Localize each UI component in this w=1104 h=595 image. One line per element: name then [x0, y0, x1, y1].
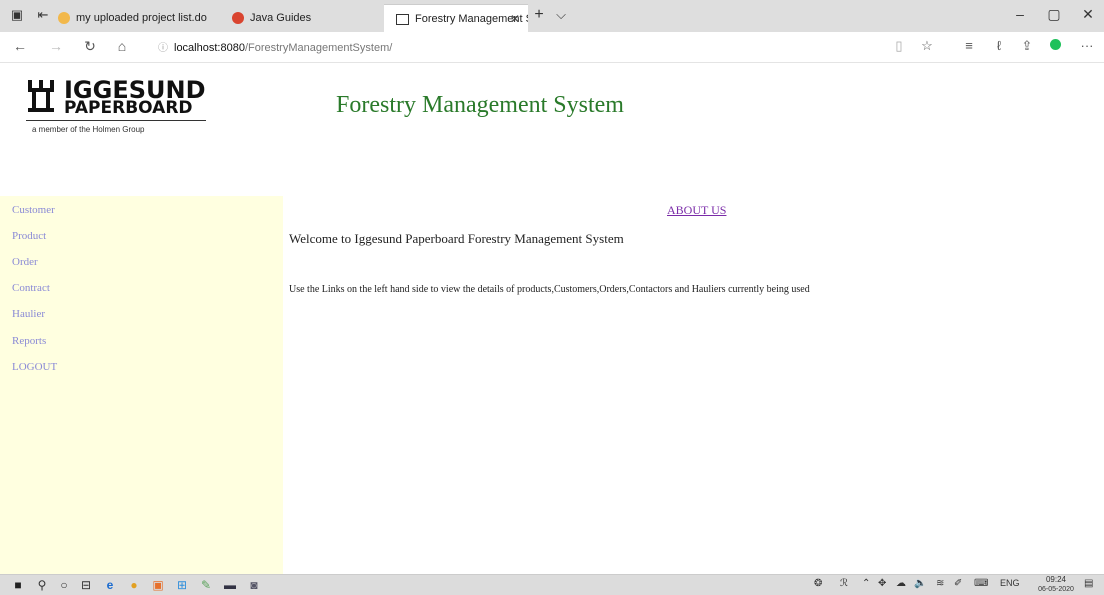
set-aside-tabs-icon[interactable]: ▣ [8, 6, 26, 24]
extension-icon[interactable] [1046, 38, 1064, 53]
restore-icon[interactable]: ▢ [1044, 6, 1064, 23]
about-us-link[interactable]: ABOUT US [667, 203, 726, 218]
sidebar-item-logout[interactable]: LOGOUT [12, 361, 57, 373]
tab-favicon-icon [232, 12, 244, 25]
tab-list-chevron-icon[interactable]: ⌵ [552, 6, 570, 24]
tab-label: Java Guides [250, 12, 312, 24]
sidebar-item-reports[interactable]: Reports [12, 335, 46, 347]
url-path: /ForestryManagementSystem/ [244, 42, 393, 54]
camera-icon[interactable]: ◙ [246, 577, 262, 593]
tab-java-guides[interactable]: Java Guides [232, 4, 372, 32]
tab-preview-icon[interactable]: ⇤ [34, 6, 52, 24]
clock[interactable]: 09:24 06-05-2020 [1034, 575, 1078, 594]
cortana-icon[interactable]: ○ [56, 577, 72, 593]
close-tab-icon[interactable]: ✕ [510, 5, 520, 33]
app-orange-icon[interactable]: ▣ [150, 577, 166, 593]
people-icon[interactable]: ℛ [840, 578, 848, 589]
pen-icon[interactable]: ✐ [954, 578, 962, 589]
task-view-icon[interactable]: ⊟ [78, 577, 94, 593]
address-bar: ← → ↻ ⌂ ⓘ localhost:8080/ForestryManageme… [0, 32, 1104, 63]
show-hidden-icons[interactable]: ⌃ [862, 578, 870, 589]
clock-time: 09:24 [1045, 575, 1067, 584]
favorites-hub-icon[interactable]: ≡ [960, 38, 978, 53]
site-info-icon[interactable]: ⓘ [158, 43, 168, 54]
reading-view-icon[interactable]: ▯ [890, 38, 908, 54]
sidebar-item-order[interactable]: Order [12, 256, 38, 268]
app-tray-icon[interactable]: ✥ [878, 578, 886, 589]
iggesund-mark-icon [28, 80, 54, 112]
instructions-text: Use the Links on the left hand side to v… [289, 284, 810, 295]
edge-browser-icon[interactable]: e [102, 577, 118, 593]
favorite-star-icon[interactable]: ☆ [918, 38, 936, 54]
url-field[interactable]: ⓘ localhost:8080/ForestryManagementSystem… [158, 39, 392, 54]
onedrive-icon[interactable]: ☁ [896, 578, 906, 589]
notes-pen-icon[interactable]: ℓ [990, 38, 1008, 53]
notifications-icon[interactable]: ▤ [1084, 578, 1093, 589]
windows-start-icon[interactable]: ■ [10, 577, 26, 593]
sidebar-item-customer[interactable]: Customer [12, 204, 55, 216]
search-icon[interactable]: ⚲ [34, 577, 50, 593]
back-icon[interactable]: ← [10, 38, 30, 54]
notepad-icon[interactable]: ✎ [198, 577, 214, 593]
sidebar: Customer Product Order Contract Haulier … [0, 196, 283, 574]
browser-tab-bar: ▣ ⇤ my uploaded project list.do Java Gui… [0, 0, 1104, 33]
chrome-icon[interactable]: ● [126, 577, 142, 593]
logo-divider [26, 120, 206, 121]
page-icon [396, 13, 409, 25]
sidebar-item-product[interactable]: Product [12, 230, 46, 242]
forward-icon[interactable]: → [46, 38, 66, 54]
home-icon[interactable]: ⌂ [112, 38, 132, 54]
logo-tagline: a member of the Holmen Group [32, 125, 145, 134]
store-icon[interactable]: ⊞ [174, 577, 190, 593]
welcome-heading: Welcome to Iggesund Paperboard Forestry … [289, 231, 624, 246]
keyboard-icon[interactable]: ⌨ [974, 578, 988, 589]
wifi-icon[interactable]: ≋ [936, 578, 944, 589]
tab-forestry-management[interactable]: Forestry Management S ✕ [384, 4, 528, 33]
minimize-icon[interactable]: – [1010, 6, 1030, 22]
logo-subname: PAPERBOARD [64, 98, 193, 118]
mail-icon[interactable]: ▬ [222, 577, 238, 593]
share-icon[interactable]: ⇪ [1018, 38, 1036, 54]
volume-icon[interactable]: 🔈 [914, 578, 926, 589]
network-tray-icon[interactable]: ❂ [814, 578, 822, 589]
tab-favicon-icon [58, 12, 70, 25]
close-window-icon[interactable]: ✕ [1078, 6, 1098, 23]
language-indicator[interactable]: ENG [1000, 578, 1020, 588]
tab-project-list[interactable]: my uploaded project list.do [58, 4, 218, 32]
url-host: localhost:8080 [174, 42, 245, 54]
page-title: Forestry Management System [336, 92, 624, 118]
sidebar-item-contract[interactable]: Contract [12, 282, 50, 294]
clock-date: 06-05-2020 [1038, 586, 1074, 593]
tab-label: my uploaded project list.do [76, 12, 207, 24]
windows-taskbar: ■ ⚲ ○ ⊟ e ● ▣ ⊞ ✎ ▬ ◙ ❂ ℛ ⌃ ✥ ☁ 🔈 ≋ ✐ ⌨ … [0, 574, 1104, 595]
new-tab-icon[interactable]: + [530, 6, 548, 24]
company-logo: IGGESUND PAPERBOARD a member of the Holm… [18, 68, 214, 142]
refresh-icon[interactable]: ↻ [80, 38, 100, 55]
more-menu-icon[interactable]: ··· [1078, 38, 1096, 53]
sidebar-item-haulier[interactable]: Haulier [12, 308, 45, 320]
